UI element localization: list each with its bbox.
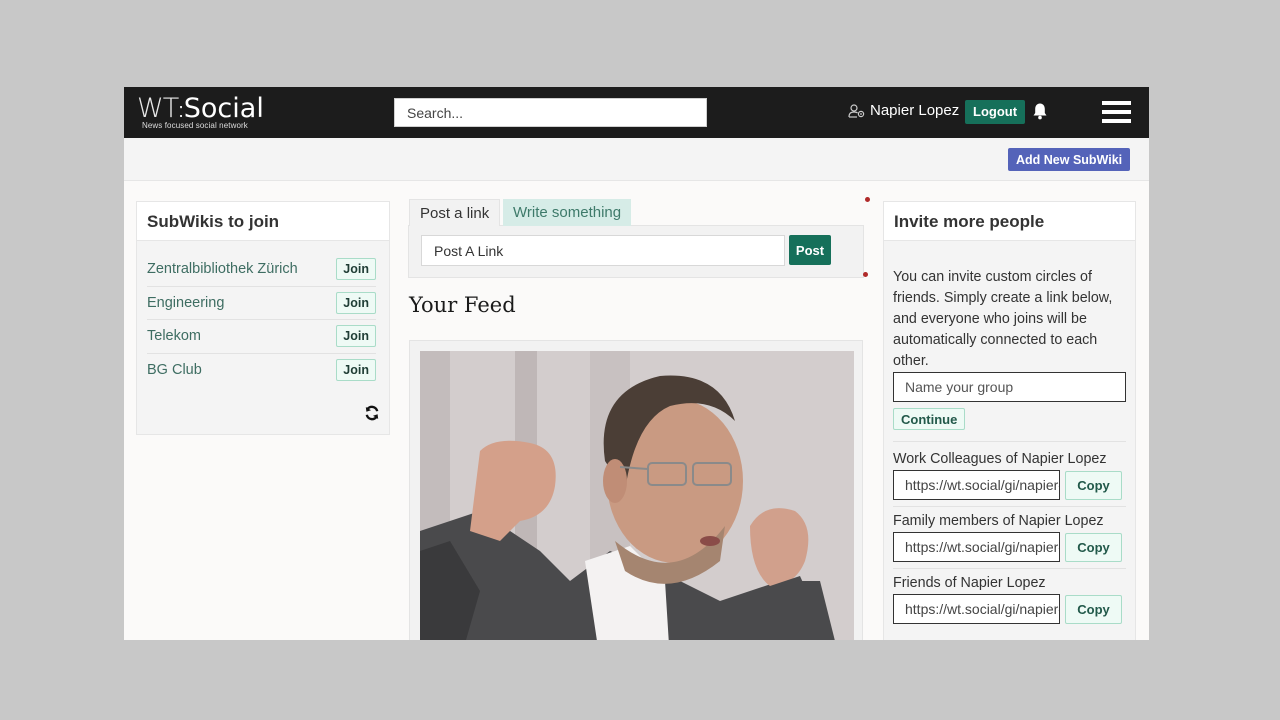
logout-button[interactable]: Logout — [965, 100, 1026, 124]
subwiki-name[interactable]: Zentralbibliothek Zürich — [147, 261, 298, 277]
top-navbar: WT:Social News focused social network Na… — [124, 87, 1149, 138]
invite-circle: Friends of Napier Lopez Copy — [893, 568, 1126, 624]
post-button[interactable]: Post — [789, 235, 831, 265]
user-name: Napier Lopez — [870, 102, 960, 119]
logo-social: Social — [183, 93, 264, 124]
subwiki-name[interactable]: BG Club — [147, 362, 202, 378]
refresh-icon[interactable] — [364, 405, 380, 426]
person-photo-illustration — [420, 351, 854, 640]
user-settings-icon — [848, 103, 865, 118]
invite-link-field[interactable] — [893, 470, 1060, 500]
subwiki-item: Engineering Join — [147, 287, 376, 320]
copy-button[interactable]: Copy — [1065, 470, 1122, 500]
subwiki-name[interactable]: Engineering — [147, 295, 224, 311]
invite-card: Invite more people You can invite custom… — [883, 201, 1136, 640]
join-button[interactable]: Join — [336, 359, 376, 382]
subwikis-card: SubWikis to join Zentralbibliothek Züric… — [136, 201, 390, 435]
invite-circle: Work Colleagues of Napier Lopez Copy — [884, 442, 1135, 500]
invite-circle: Family members of Napier Lopez Copy — [893, 506, 1126, 562]
join-button[interactable]: Join — [336, 258, 376, 281]
invite-title: Invite more people — [884, 202, 1135, 241]
menu-icon[interactable] — [1102, 101, 1131, 123]
add-subwiki-button[interactable]: Add New SubWiki — [1008, 148, 1131, 171]
circle-label: Friends of Napier Lopez — [893, 575, 1046, 591]
bell-icon[interactable] — [1032, 102, 1048, 125]
feed-post-image[interactable] — [420, 351, 854, 640]
tab-write-something[interactable]: Write something — [503, 199, 632, 226]
circle-label: Family members of Napier Lopez — [893, 513, 1104, 529]
copy-button[interactable]: Copy — [1065, 532, 1122, 562]
logo-wt: WT — [137, 93, 179, 124]
feed-post-card — [409, 340, 863, 640]
invite-description: You can invite custom circles of friends… — [893, 269, 1113, 369]
search-input[interactable] — [394, 98, 707, 127]
subwiki-item: Telekom Join — [147, 320, 376, 354]
group-name-input[interactable] — [893, 372, 1126, 402]
copy-button[interactable]: Copy — [1065, 594, 1122, 624]
marker-dot — [865, 197, 870, 202]
feed-title: Your Feed — [409, 293, 516, 317]
marker-dot — [863, 272, 868, 277]
subwiki-name[interactable]: Telekom — [147, 328, 201, 344]
post-link-input[interactable] — [421, 235, 785, 266]
subwikis-title: SubWikis to join — [137, 202, 389, 241]
subwiki-item: BG Club Join — [147, 354, 376, 388]
join-button[interactable]: Join — [336, 291, 376, 314]
circle-label: Work Colleagues of Napier Lopez — [893, 451, 1107, 467]
invite-link-field[interactable] — [893, 532, 1060, 562]
continue-button[interactable]: Continue — [893, 408, 966, 430]
app-window: WT:Social News focused social network Na… — [124, 87, 1149, 640]
sub-header: Add New SubWiki — [124, 138, 1149, 181]
invite-link-field[interactable] — [893, 594, 1060, 624]
logo[interactable]: WT:Social News focused social network — [137, 93, 264, 130]
join-button[interactable]: Join — [336, 325, 376, 348]
subwiki-list: Zentralbibliothek Zürich Join Engineerin… — [137, 241, 389, 387]
user-profile-link[interactable]: Napier Lopez — [848, 102, 959, 119]
subwiki-item: Zentralbibliothek Zürich Join — [147, 253, 376, 287]
tab-post-a-link[interactable]: Post a link — [409, 199, 501, 226]
logo-tagline: News focused social network — [142, 121, 248, 130]
